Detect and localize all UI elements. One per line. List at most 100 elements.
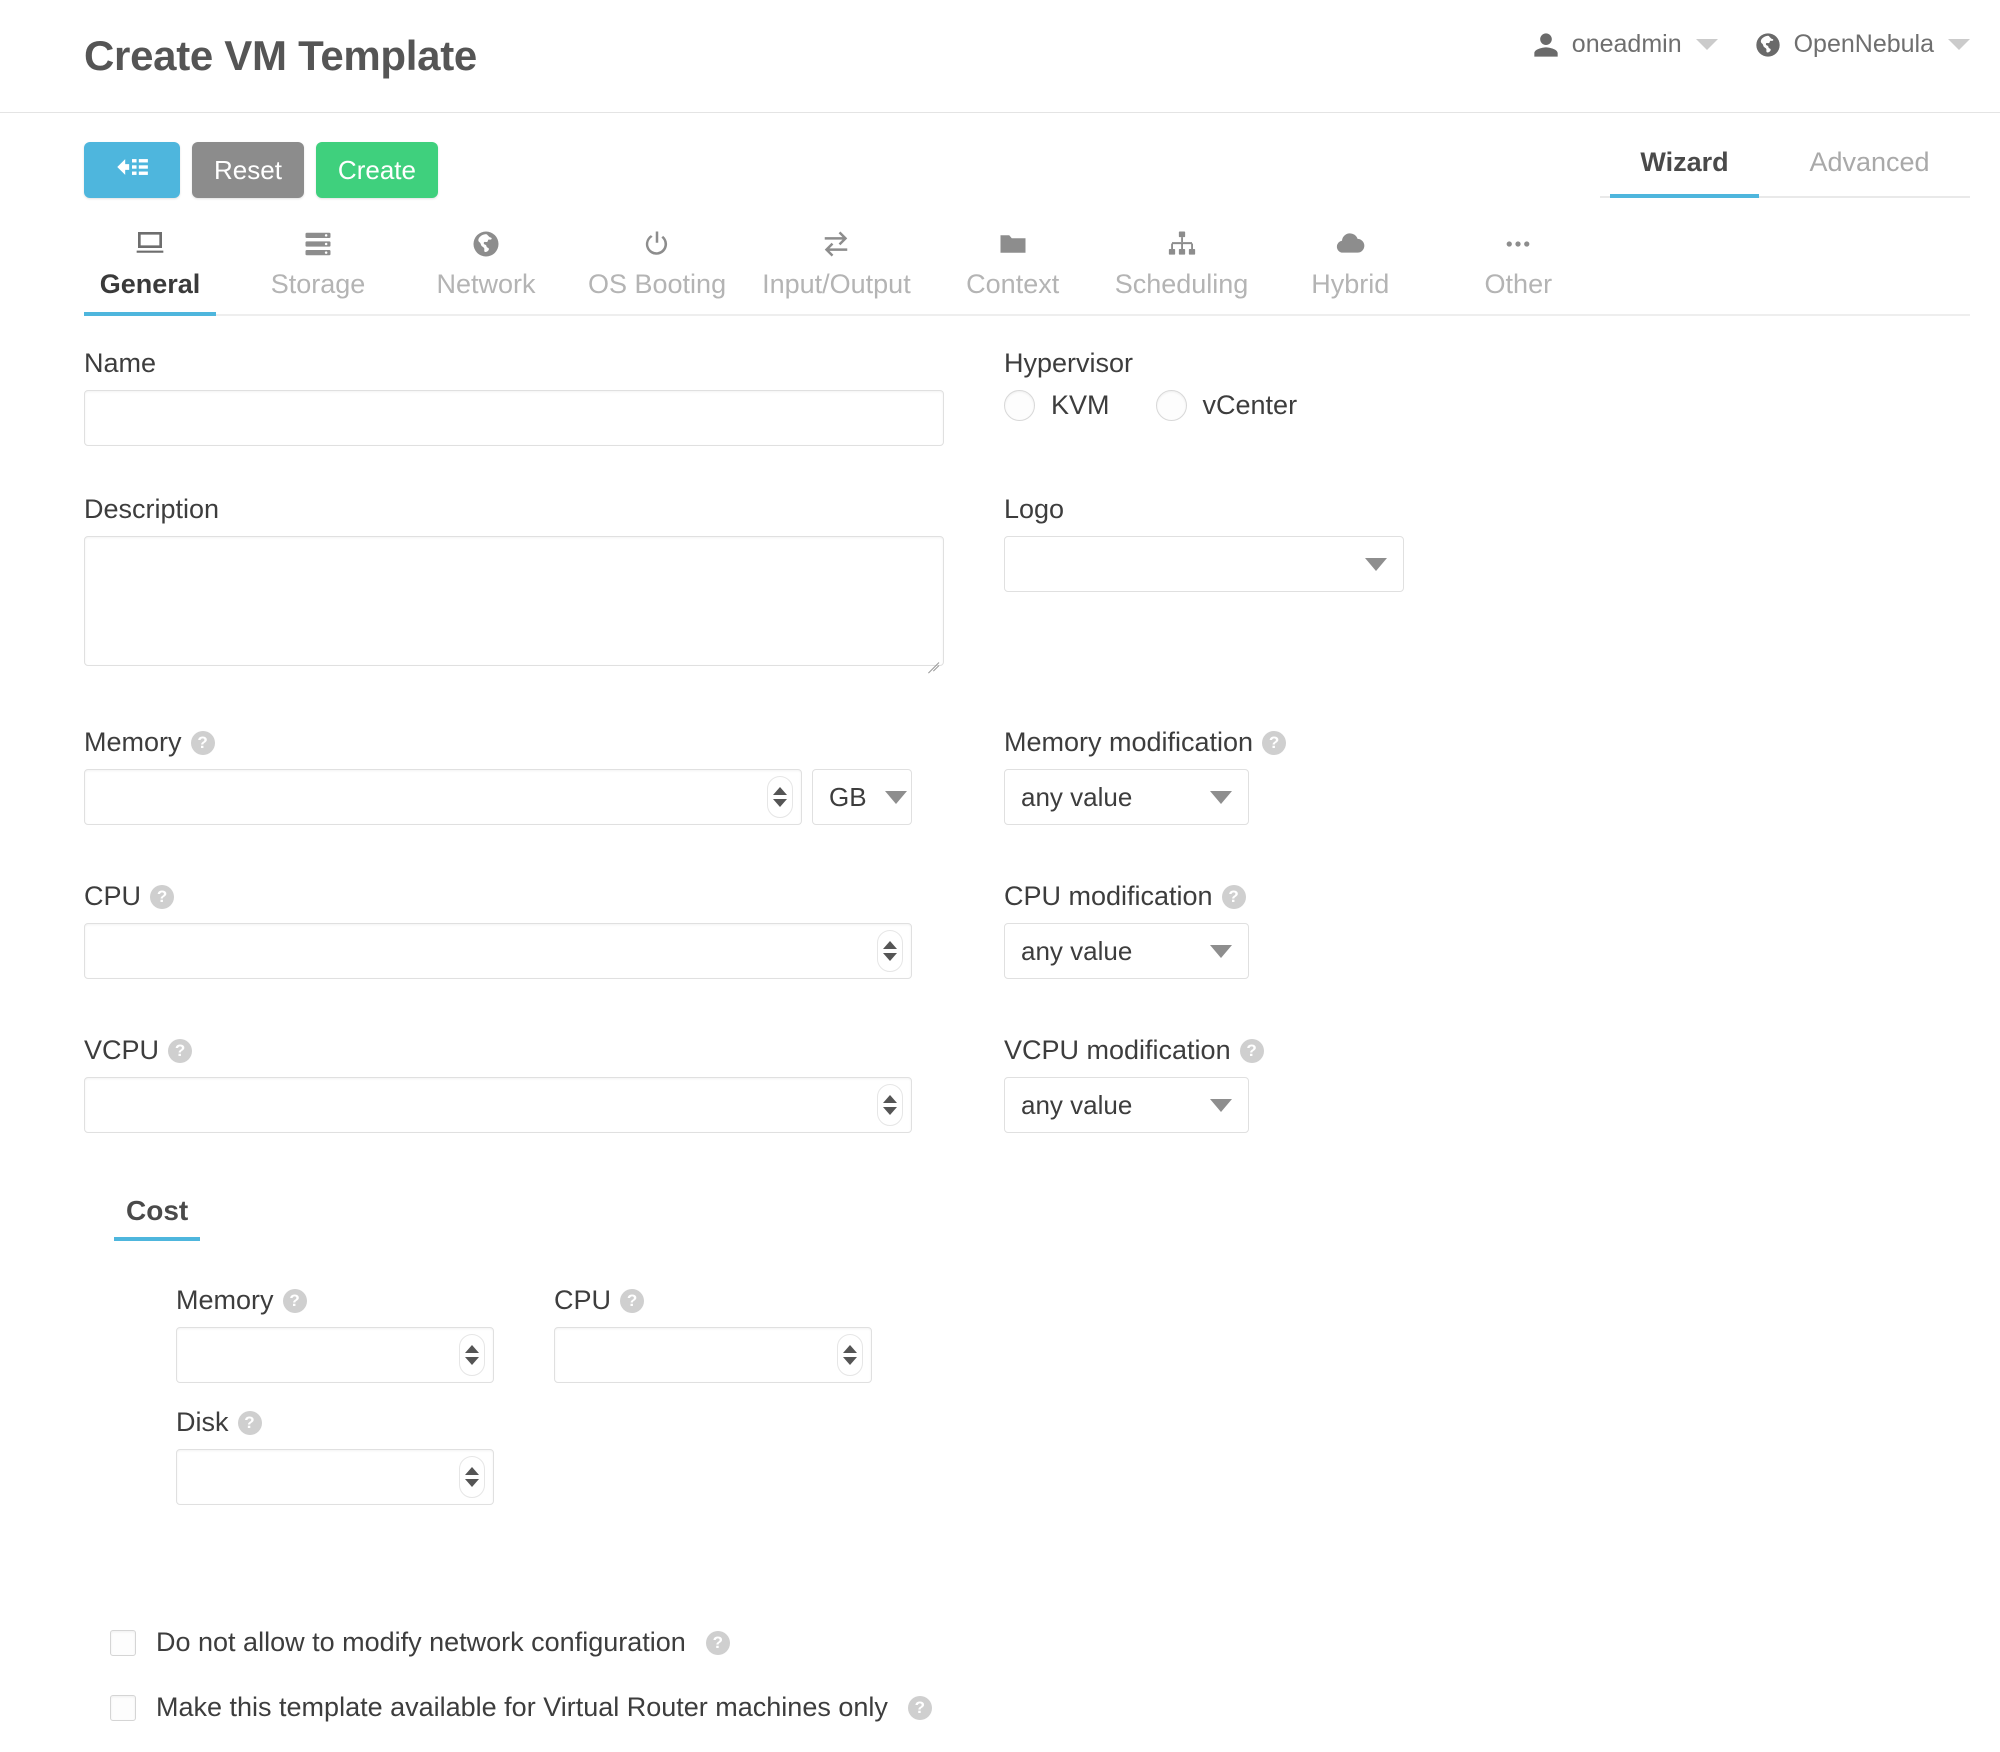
cost-cpu-stepper[interactable]: [837, 1334, 863, 1376]
checkbox-row-no-nic-modify[interactable]: Do not allow to modify network configura…: [110, 1627, 2000, 1658]
cost-disk-field-group: Disk ?: [176, 1407, 494, 1505]
tab-advanced[interactable]: Advanced: [1779, 141, 1959, 196]
vcpu-modification-select[interactable]: any value: [1004, 1077, 1249, 1133]
stepper-down-icon: [883, 953, 897, 961]
form-col-left-5: VCPU ?: [84, 1035, 1004, 1159]
tab-storage[interactable]: Storage: [252, 215, 384, 314]
memory-unit-value: GB: [829, 781, 867, 812]
form-col-left-2: Description: [84, 494, 1004, 697]
stepper-up-icon: [843, 1345, 857, 1353]
memory-unit-select[interactable]: GB: [812, 769, 912, 825]
hypervisor-option-vcenter[interactable]: vCenter: [1155, 390, 1298, 421]
name-input[interactable]: [84, 390, 944, 446]
help-icon[interactable]: ?: [1262, 730, 1287, 755]
description-textarea[interactable]: [84, 536, 944, 666]
hypervisor-option-vcenter-label: vCenter: [1202, 390, 1298, 420]
cpu-modification-field-group: CPU modification ? any value: [1004, 881, 1564, 979]
cost-memory-label-text: Memory: [176, 1285, 274, 1315]
cost-cpu-label-text: CPU: [554, 1285, 612, 1315]
zone-menu[interactable]: OpenNebula: [1754, 30, 1970, 59]
form-col-right-1: Hypervisor KVM vCenter: [1004, 348, 1564, 472]
hypervisor-label: Hypervisor: [1004, 348, 1134, 378]
section-tabs: General Storage Network OS Booting Input: [84, 215, 1970, 316]
create-vm-template-page: Create VM Template oneadmin OpenNebula R…: [0, 0, 2000, 1752]
help-icon[interactable]: ?: [282, 1288, 307, 1313]
tab-network[interactable]: Network: [420, 215, 552, 314]
logo-select[interactable]: [1004, 536, 1404, 592]
cost-disk-input[interactable]: [176, 1449, 494, 1505]
chevron-down-icon: [884, 790, 907, 804]
name-label: Name: [84, 348, 157, 378]
user-name: oneadmin: [1571, 30, 1682, 58]
memory-modification-select[interactable]: any value: [1004, 769, 1249, 825]
stepper-up-icon: [773, 787, 787, 795]
back-to-list-button[interactable]: [84, 142, 180, 198]
cost-disk-input-wrap: [176, 1449, 494, 1505]
page-title: Create VM Template: [84, 32, 477, 79]
stepper-up-icon: [883, 941, 897, 949]
help-icon[interactable]: ?: [190, 730, 215, 755]
cpu-label-text: CPU: [84, 881, 142, 911]
reset-button[interactable]: Reset: [192, 142, 304, 198]
memory-input-wrap: [84, 769, 802, 825]
help-icon[interactable]: ?: [1221, 884, 1246, 909]
hypervisor-field-group: Hypervisor KVM vCenter: [1004, 348, 1564, 421]
memory-stepper[interactable]: [767, 776, 793, 818]
chevron-down-icon[interactable]: [1948, 39, 1970, 50]
checkbox-icon[interactable]: [110, 1629, 136, 1656]
vcpu-field-group: VCPU ?: [84, 1035, 944, 1133]
cpu-input[interactable]: [84, 923, 912, 979]
tab-input-output-label: Input/Output: [762, 269, 911, 299]
tab-hybrid-label: Hybrid: [1311, 269, 1390, 299]
tab-os-booting[interactable]: OS Booting: [588, 215, 726, 314]
tab-general[interactable]: General: [84, 215, 216, 316]
form-col-right-2: Logo: [1004, 494, 1564, 697]
toolbar: Reset Create Wizard Advanced: [0, 113, 2000, 215]
help-icon[interactable]: ?: [237, 1410, 262, 1435]
hypervisor-option-kvm[interactable]: KVM: [1004, 390, 1110, 421]
globe-icon: [1754, 31, 1782, 59]
cost-cpu-input-wrap: [554, 1327, 872, 1383]
cpu-stepper[interactable]: [877, 930, 903, 972]
logo-label: Logo: [1004, 494, 1065, 524]
tab-context[interactable]: Context: [947, 215, 1079, 314]
checkbox-row-vrouter-only[interactable]: Make this template available for Virtual…: [110, 1692, 2000, 1723]
help-icon[interactable]: ?: [168, 1038, 193, 1063]
help-icon[interactable]: ?: [1239, 1038, 1264, 1063]
ellipsis-icon: [1503, 227, 1533, 261]
cost-memory-stepper[interactable]: [459, 1334, 485, 1376]
help-icon[interactable]: ?: [907, 1695, 932, 1720]
cost-disk-stepper[interactable]: [459, 1456, 485, 1498]
general-form: Name Hypervisor KVM vCenter Description …: [84, 316, 2000, 1723]
back-to-list-icon: [115, 155, 149, 186]
cost-memory-input[interactable]: [176, 1327, 494, 1383]
memory-input-row: GB: [84, 769, 944, 825]
vcpu-stepper[interactable]: [877, 1084, 903, 1126]
tab-hybrid[interactable]: Hybrid: [1284, 215, 1416, 314]
chevron-down-icon[interactable]: [1695, 39, 1718, 50]
header-right-controls: oneadmin OpenNebula: [1532, 30, 1970, 59]
cost-cpu-input[interactable]: [554, 1327, 872, 1383]
user-menu[interactable]: oneadmin: [1532, 30, 1718, 59]
tab-scheduling[interactable]: Scheduling: [1115, 215, 1248, 314]
cost-body: Memory ? CPU ? Disk ?: [84, 1241, 2000, 1505]
cpu-modification-select[interactable]: any value: [1004, 923, 1249, 979]
tab-other-label: Other: [1484, 269, 1553, 299]
tab-other[interactable]: Other: [1452, 215, 1584, 314]
memory-modification-value: any value: [1021, 781, 1133, 812]
name-field-group: Name: [84, 348, 944, 446]
help-icon[interactable]: ?: [705, 1630, 730, 1655]
sitemap-icon: [1167, 227, 1197, 261]
cost-cpu-field-group: CPU ?: [554, 1285, 872, 1383]
create-button[interactable]: Create: [315, 142, 438, 198]
vcpu-input[interactable]: [84, 1077, 912, 1133]
checkbox-icon[interactable]: [110, 1694, 136, 1721]
form-col-right-3: Memory modification ? any value: [1004, 727, 1564, 851]
help-icon[interactable]: ?: [620, 1288, 645, 1313]
tab-wizard[interactable]: Wizard: [1610, 141, 1759, 198]
tab-cost[interactable]: Cost: [114, 1195, 201, 1241]
help-icon[interactable]: ?: [150, 884, 175, 909]
zone-name: OpenNebula: [1793, 30, 1934, 58]
memory-input[interactable]: [84, 769, 802, 825]
tab-input-output[interactable]: Input/Output: [762, 215, 911, 314]
